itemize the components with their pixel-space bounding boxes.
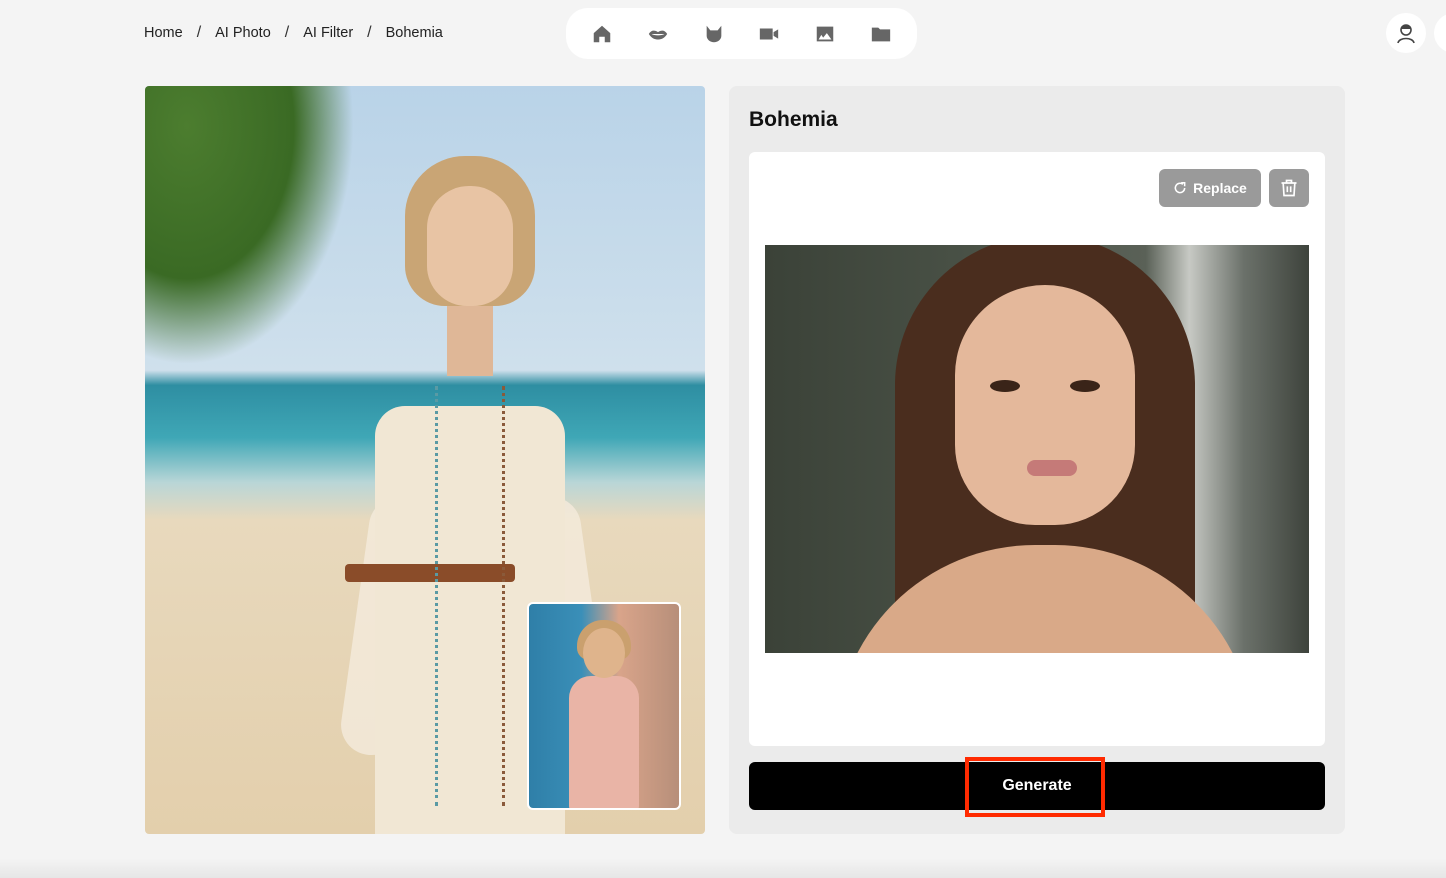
cat-icon xyxy=(706,25,721,42)
nav-folder[interactable] xyxy=(861,14,901,54)
breadcrumb-separator: / xyxy=(367,24,372,41)
upload-area[interactable]: Replace xyxy=(749,152,1325,746)
breadcrumb-separator: / xyxy=(196,24,202,41)
trash-icon xyxy=(1281,179,1297,197)
user-avatar[interactable] xyxy=(1386,13,1426,53)
secondary-avatar[interactable] xyxy=(1434,13,1446,53)
user-icon xyxy=(1397,24,1415,44)
nav-home[interactable] xyxy=(582,14,622,54)
generate-button[interactable]: Generate xyxy=(749,762,1325,810)
bottom-shadow xyxy=(0,858,1446,878)
page: Home / AI Photo / AI Filter / Bohemia Bo… xyxy=(0,0,1446,878)
lips-icon xyxy=(648,30,667,39)
replace-button[interactable]: Replace xyxy=(1159,169,1261,207)
style-reference-thumbnail[interactable] xyxy=(527,602,681,810)
video-icon xyxy=(760,28,779,39)
replace-label: Replace xyxy=(1193,180,1247,196)
breadcrumb-current: Bohemia xyxy=(385,25,443,41)
result-preview-image xyxy=(145,86,705,834)
generate-label: Generate xyxy=(1002,777,1072,794)
breadcrumb-separator: / xyxy=(284,24,290,41)
uploaded-face-photo xyxy=(765,245,1309,653)
breadcrumb-ai-filter[interactable]: AI Filter xyxy=(303,25,353,41)
panel-title: Bohemia xyxy=(749,108,838,131)
home-icon xyxy=(593,25,611,42)
nav-cat[interactable] xyxy=(694,14,734,54)
breadcrumb-ai-photo[interactable]: AI Photo xyxy=(215,25,271,41)
nav-lips[interactable] xyxy=(638,14,678,54)
refresh-icon xyxy=(1174,181,1186,194)
delete-button[interactable] xyxy=(1269,169,1309,207)
breadcrumb: Home / AI Photo / AI Filter / Bohemia xyxy=(144,24,443,42)
nav-image[interactable] xyxy=(805,14,845,54)
image-icon xyxy=(816,26,834,41)
filter-panel: Bohemia Replace Generate xyxy=(729,86,1345,834)
top-nav xyxy=(566,8,917,59)
breadcrumb-home[interactable]: Home xyxy=(144,25,183,41)
nav-video[interactable] xyxy=(749,14,789,54)
folder-icon xyxy=(871,27,891,41)
